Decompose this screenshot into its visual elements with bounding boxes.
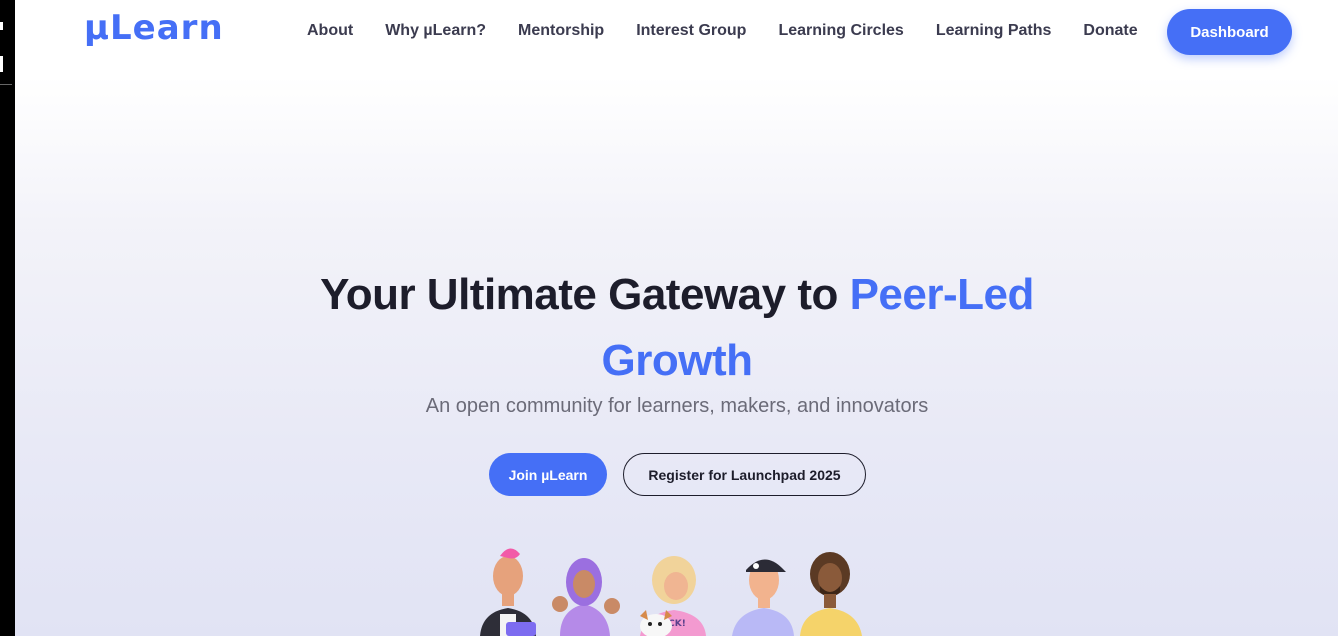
nav-links: About Why µLearn? Mentorship Interest Gr… xyxy=(307,22,1138,40)
nav-link-interest-group[interactable]: Interest Group xyxy=(636,22,746,40)
register-launchpad-button[interactable]: Register for Launchpad 2025 xyxy=(623,453,866,496)
side-marker xyxy=(0,56,3,72)
character-figure xyxy=(480,548,536,636)
character-figure xyxy=(552,558,620,636)
nav-link-about[interactable]: About xyxy=(307,22,353,40)
hero-subtitle: An open community for learners, makers, … xyxy=(425,395,929,417)
join-mulearn-button[interactable]: Join µLearn xyxy=(489,453,607,496)
dashboard-button[interactable]: Dashboard xyxy=(1167,9,1292,55)
community-characters-illustration: ECK! xyxy=(480,548,862,636)
hero-title-main: Your Ultimate Gateway to xyxy=(320,270,850,319)
hero-title: Your Ultimate Gateway to Peer-Led Growth xyxy=(300,262,1054,394)
nav-link-learning-paths[interactable]: Learning Paths xyxy=(936,22,1052,40)
character-figure: ECK! xyxy=(640,556,706,636)
landing-page: µLearn About Why µLearn? Mentorship Inte… xyxy=(15,0,1338,636)
character-figure xyxy=(800,552,862,636)
nav-link-donate[interactable]: Donate xyxy=(1083,22,1137,40)
side-marker xyxy=(0,22,3,30)
browser-side-strip xyxy=(0,0,15,636)
nav-link-mentorship[interactable]: Mentorship xyxy=(518,22,604,40)
character-figure xyxy=(732,559,794,636)
logo[interactable]: µLearn xyxy=(84,8,224,48)
nav-link-learning-circles[interactable]: Learning Circles xyxy=(778,22,903,40)
side-divider xyxy=(0,84,12,85)
nav-link-why-mulearn[interactable]: Why µLearn? xyxy=(385,22,486,40)
top-navbar: µLearn About Why µLearn? Mentorship Inte… xyxy=(15,0,1338,64)
